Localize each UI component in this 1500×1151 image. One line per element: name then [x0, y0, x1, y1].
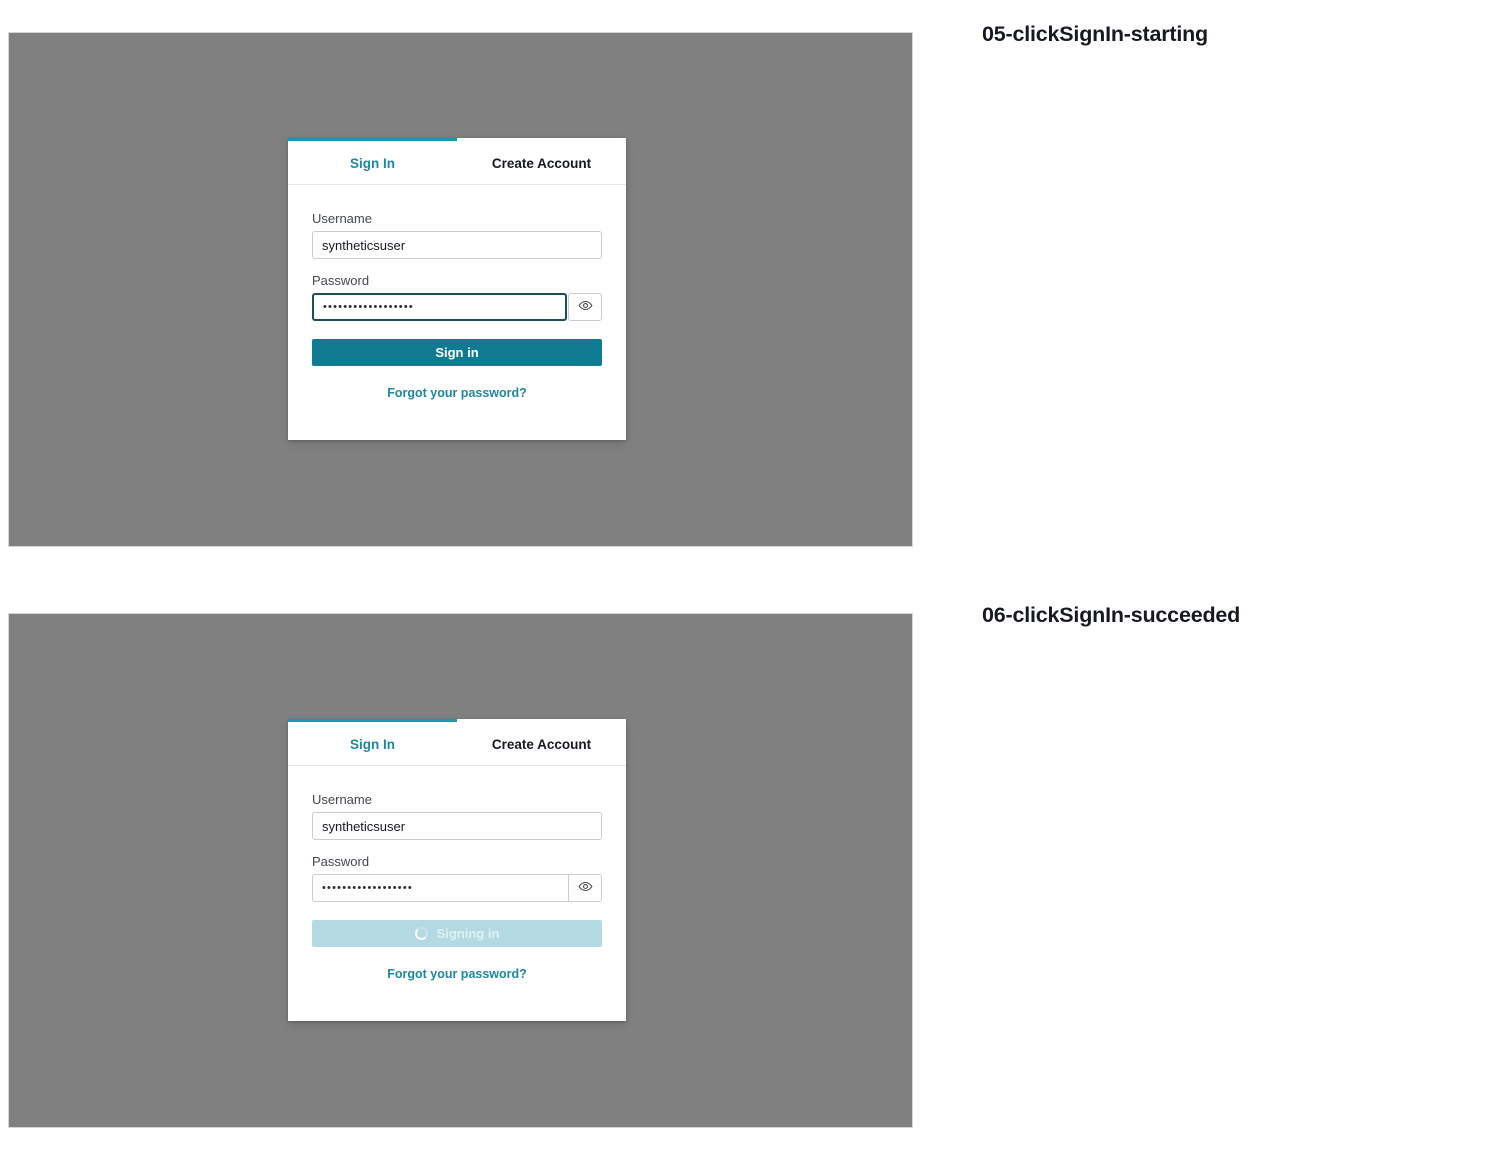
password-row [312, 874, 602, 902]
capture-caption: 05-clickSignIn-starting [982, 22, 1208, 46]
auth-form: Username Password [288, 766, 626, 1021]
show-password-button[interactable] [568, 293, 602, 321]
capture-caption: 06-clickSignIn-succeeded [982, 603, 1241, 627]
auth-tabs: Sign In Create Account [288, 719, 626, 766]
tab-sign-in[interactable]: Sign In [288, 719, 457, 765]
password-input[interactable] [312, 874, 568, 902]
username-label: Username [312, 792, 372, 807]
eye-icon [578, 298, 593, 316]
auth-card: Sign In Create Account Username Password [288, 138, 626, 440]
username-input[interactable] [312, 812, 602, 840]
sign-in-button[interactable]: Sign in [312, 339, 602, 366]
browser-viewport: Sign In Create Account Username Password [8, 32, 913, 547]
tab-sign-in[interactable]: Sign In [288, 138, 457, 184]
eye-icon [578, 879, 593, 897]
password-label: Password [312, 854, 370, 869]
screenshot-gallery: Sign In Create Account Username Password [0, 0, 1500, 1151]
auth-tabs: Sign In Create Account [288, 138, 626, 185]
capture-block: Sign In Create Account Username Password [8, 32, 913, 547]
forgot-password-link[interactable]: Forgot your password? [312, 386, 602, 400]
password-input[interactable] [312, 293, 567, 321]
auth-card: Sign In Create Account Username Password [288, 719, 626, 1021]
password-row [312, 293, 602, 321]
password-label: Password [312, 273, 370, 288]
spinner-icon [414, 927, 428, 940]
auth-form: Username Password [288, 185, 626, 440]
sign-in-button-label: Signing in [436, 926, 500, 941]
browser-viewport: Sign In Create Account Username Password [8, 613, 913, 1128]
sign-in-button: Signing in [312, 920, 602, 947]
show-password-button[interactable] [568, 874, 602, 902]
capture-block: Sign In Create Account Username Password [8, 613, 913, 1128]
forgot-password-link[interactable]: Forgot your password? [312, 967, 602, 981]
username-label: Username [312, 211, 372, 226]
tab-create-account[interactable]: Create Account [457, 719, 626, 765]
tab-create-account[interactable]: Create Account [457, 138, 626, 184]
username-input[interactable] [312, 231, 602, 259]
